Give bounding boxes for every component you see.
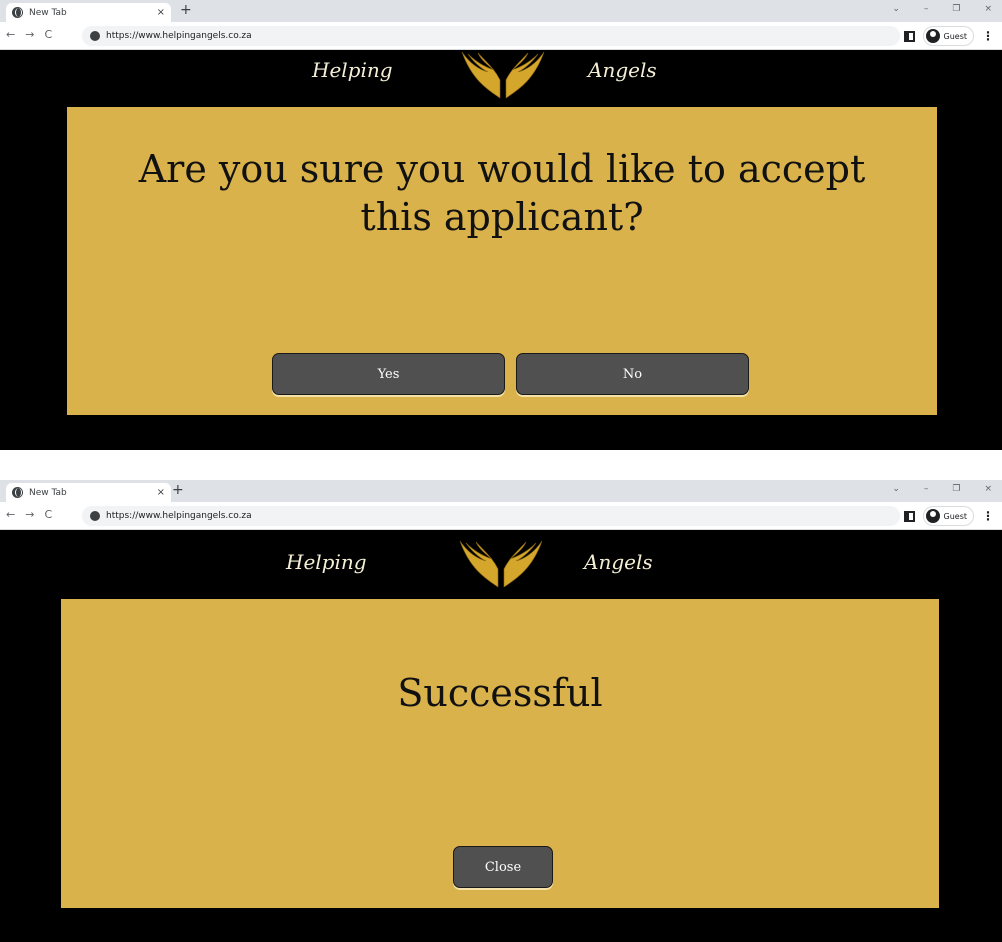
back-button[interactable]: ← [6,508,15,521]
site-info-icon[interactable] [90,31,100,41]
profile-button[interactable]: Guest [922,506,974,526]
brand-right-word: Angels [584,550,653,574]
browser-toolbar: ← → C https://www.helpingangels.co.za Gu… [0,502,1002,530]
menu-icon[interactable]: ⋮ [982,29,994,43]
screenshot-confirm: New Tab × + ⌄ – ❐ × ← → C https://www.he… [0,0,1002,450]
tab-strip: New Tab × + ⌄ – ❐ × [0,480,1002,502]
minimize-button[interactable]: – [924,4,929,14]
confirm-message: Are you sure you would like to accept th… [138,147,866,239]
separator [0,450,1002,480]
tab-strip: New Tab × + ⌄ – ❐ × [0,0,1002,22]
new-tab-button[interactable]: + [172,482,184,498]
browser-toolbar: ← → C https://www.helpingangels.co.za Gu… [0,22,1002,50]
tab-search-icon[interactable]: ⌄ [892,484,900,494]
side-panel-icon[interactable] [903,510,915,522]
site-header: Helping Angels [0,50,1002,107]
site-header: Helping Angels [0,530,1002,599]
success-dialog: Successful Close [61,599,939,908]
back-button[interactable]: ← [6,28,15,41]
window-controls: ⌄ – ❐ × [892,484,992,494]
avatar-icon [925,509,940,523]
yes-button[interactable]: Yes [272,353,505,395]
profile-label: Guest [943,31,968,41]
menu-icon[interactable]: ⋮ [982,509,994,523]
wings-logo-icon [461,51,545,99]
nav-buttons: ← → C [6,28,52,41]
address-bar[interactable]: https://www.helpingangels.co.za [82,26,900,46]
new-tab-button[interactable]: + [180,2,192,18]
brand-right-word: Angels [588,58,657,82]
no-button[interactable]: No [516,353,749,395]
side-panel-icon[interactable] [903,30,915,42]
tab-title: New Tab [29,487,67,498]
success-message: Successful [397,671,603,715]
profile-button[interactable]: Guest [922,26,974,46]
browser-tab[interactable]: New Tab × [6,483,171,502]
globe-icon [12,487,23,498]
wings-logo-icon [459,540,543,588]
site-info-icon[interactable] [90,511,100,521]
nav-buttons: ← → C [6,508,52,521]
restore-button[interactable]: ❐ [952,484,960,494]
forward-button[interactable]: → [25,508,34,521]
browser-tab[interactable]: New Tab × [6,3,171,22]
window-controls: ⌄ – ❐ × [892,4,992,14]
close-button[interactable]: Close [453,846,553,888]
toolbar-right: Guest ⋮ [903,26,994,46]
close-window-button[interactable]: × [984,4,992,14]
tab-close-icon[interactable]: × [157,7,165,18]
screenshot-success: New Tab × + ⌄ – ❐ × ← → C https://www.he… [0,480,1002,942]
address-bar[interactable]: https://www.helpingangels.co.za [82,506,900,526]
globe-icon [12,7,23,18]
brand-left-word: Helping [286,550,367,574]
url-text: https://www.helpingangels.co.za [106,511,252,521]
close-window-button[interactable]: × [984,484,992,494]
toolbar-right: Guest ⋮ [903,506,994,526]
forward-button[interactable]: → [25,28,34,41]
avatar-icon [925,29,940,43]
tab-close-icon[interactable]: × [157,487,165,498]
reload-button[interactable]: C [44,508,52,521]
tab-search-icon[interactable]: ⌄ [892,4,900,14]
minimize-button[interactable]: – [924,484,929,494]
restore-button[interactable]: ❐ [952,4,960,14]
tab-title: New Tab [29,7,67,18]
profile-label: Guest [943,511,968,521]
url-text: https://www.helpingangels.co.za [106,31,252,41]
brand-left-word: Helping [312,58,393,82]
reload-button[interactable]: C [44,28,52,41]
confirm-dialog: Are you sure you would like to accept th… [67,107,937,415]
